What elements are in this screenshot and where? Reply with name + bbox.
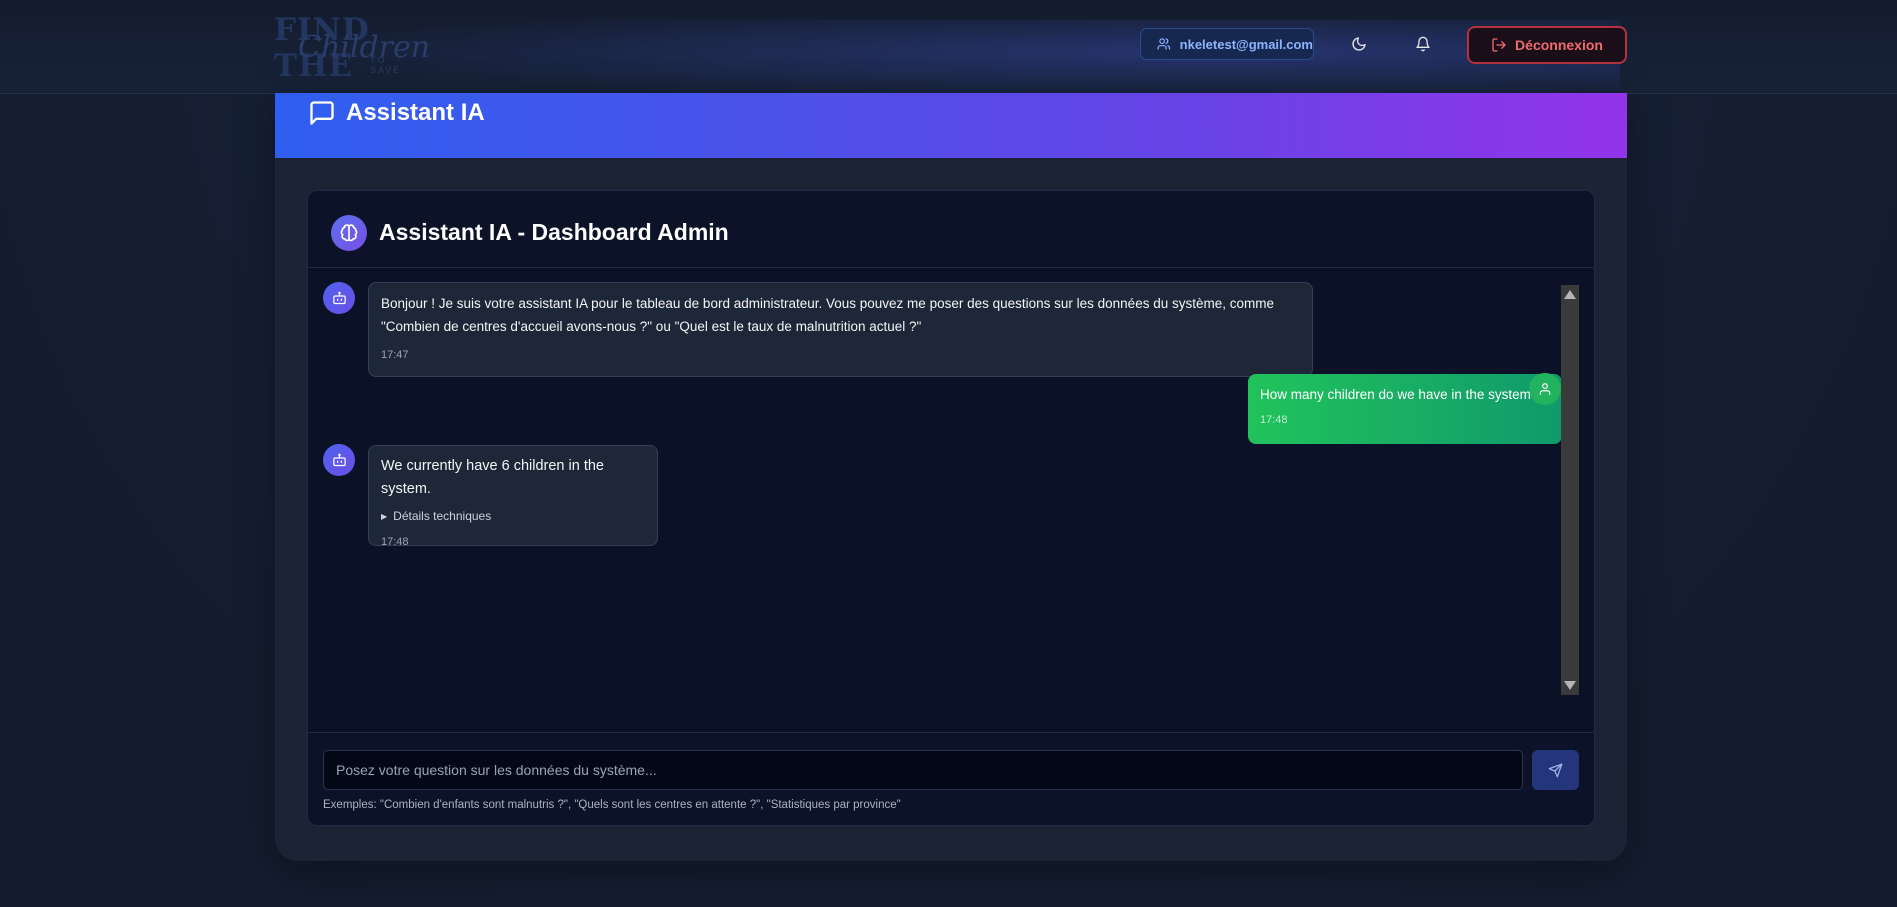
user-icon <box>1539 383 1551 395</box>
page-title: Assistant IA <box>346 99 485 126</box>
message-square-icon <box>310 101 334 125</box>
send-icon <box>1548 763 1563 777</box>
scroll-up-icon[interactable] <box>1564 290 1576 299</box>
logout-label: Déconnexion <box>1515 37 1603 53</box>
logo-line-3: TO SAVE <box>370 55 402 75</box>
details-label: Détails techniques <box>393 509 492 523</box>
bot-avatar <box>323 444 355 476</box>
scroll-down-icon[interactable] <box>1564 681 1576 690</box>
message-text-line-1: Bonjour ! Je suis votre assistant IA pou… <box>381 296 1274 311</box>
page-banner: Assistant IA <box>275 93 1627 158</box>
chat-title: Assistant IA - Dashboard Admin <box>379 219 729 245</box>
user-avatar <box>1529 373 1561 405</box>
user-message: How many children do we have in the syst… <box>1248 374 1562 444</box>
message-time: 17:48 <box>1260 414 1288 426</box>
users-icon <box>1157 38 1171 50</box>
main-container: Assistant IA Assistant IA - Dashboard Ad… <box>275 93 1627 861</box>
message-text-line-2: "Combien de centres d'accueil avons-nous… <box>381 319 922 334</box>
brain-icon <box>331 215 367 251</box>
chat-header: Assistant IA - Dashboard Admin <box>308 191 1594 268</box>
theme-toggle-button[interactable] <box>1349 34 1369 54</box>
bot-icon <box>332 453 346 466</box>
bot-avatar <box>323 282 355 314</box>
chat-card: Assistant IA - Dashboard Admin Bonjour !… <box>307 190 1595 826</box>
message-time: 17:47 <box>381 349 409 361</box>
logout-button[interactable]: Déconnexion <box>1467 26 1627 64</box>
notifications-button[interactable] <box>1413 34 1433 54</box>
bot-icon <box>332 291 346 304</box>
message-text: How many children do we have in the syst… <box>1260 387 1543 402</box>
navbar-glow <box>280 20 1620 100</box>
user-email: nkeletest@gmail.com <box>1179 36 1313 52</box>
user-account-chip[interactable]: nkeletest@gmail.com <box>1140 28 1314 60</box>
message-list[interactable]: Bonjour ! Je suis votre assistant IA pou… <box>308 268 1594 708</box>
bell-icon <box>1416 36 1430 52</box>
logout-icon <box>1492 38 1506 52</box>
chat-input[interactable] <box>323 750 1523 790</box>
message-text: We currently have 6 children in the syst… <box>381 458 604 497</box>
send-button[interactable] <box>1532 750 1579 790</box>
bot-message: Bonjour ! Je suis votre assistant IA pou… <box>368 282 1313 377</box>
technical-details-toggle[interactable]: ▶ Détails techniques <box>381 505 645 528</box>
moon-icon <box>1352 37 1366 51</box>
caret-right-icon: ▶ <box>381 512 388 521</box>
examples-hint: Exemples: "Combien d'enfants sont malnut… <box>323 799 901 811</box>
app-logo[interactable]: FIND THE Children TO SAVE <box>274 12 430 84</box>
bot-message: We currently have 6 children in the syst… <box>368 445 658 548</box>
message-scrollbar[interactable] <box>1561 285 1579 695</box>
top-navbar: FIND THE Children TO SAVE nkeletest@gmai… <box>0 0 1897 100</box>
chat-input-area: Exemples: "Combien d'enfants sont malnut… <box>308 732 1594 825</box>
message-time: 17:48 <box>381 536 409 548</box>
